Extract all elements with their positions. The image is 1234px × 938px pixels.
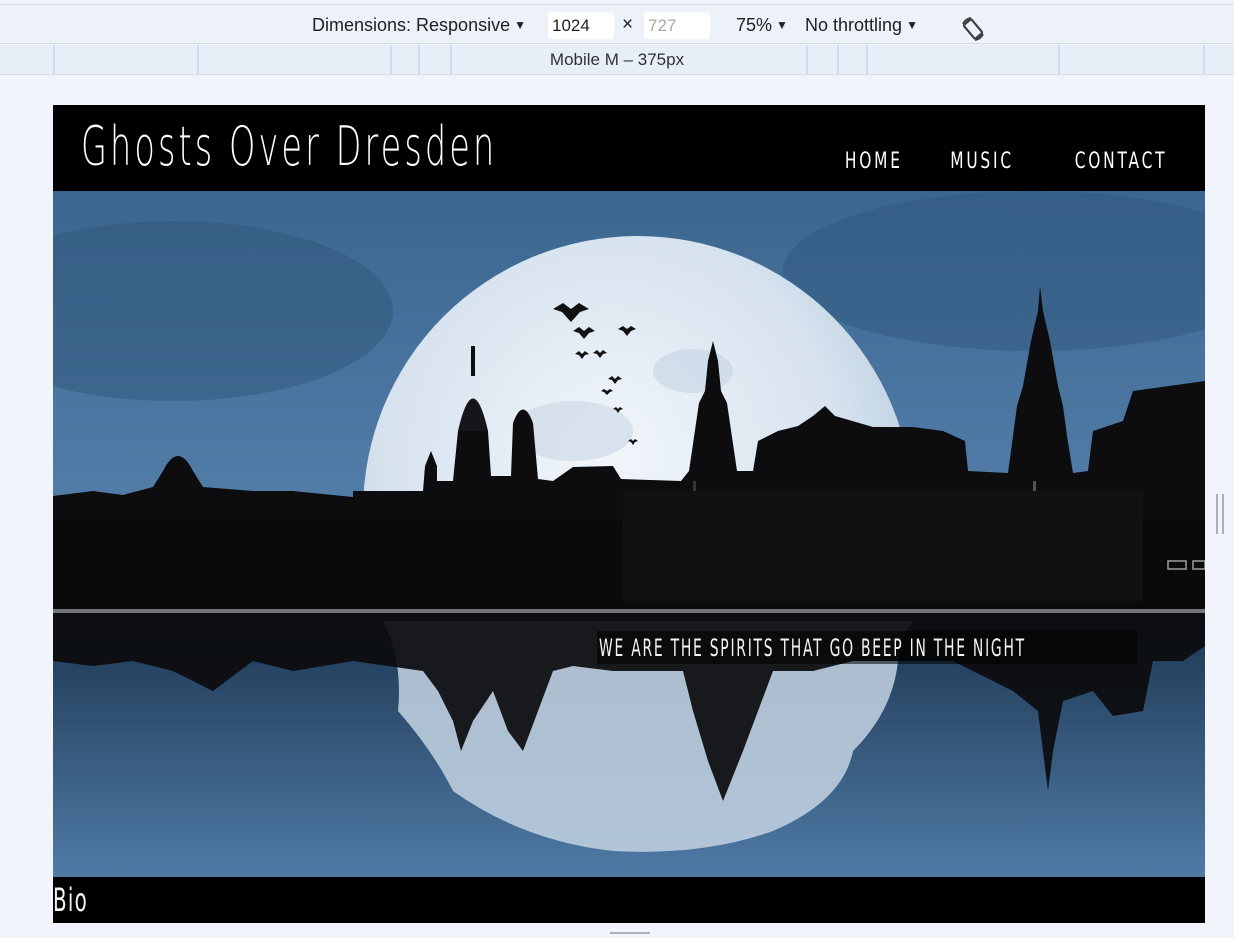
nav-contact-link[interactable]: Contact [1074,149,1167,174]
site-title[interactable]: Ghosts Over Dresden [81,115,497,178]
width-input[interactable]: 1024 [548,12,614,39]
dresden-moon-skyline-image [53,191,1205,877]
bio-heading: Bio [53,881,88,919]
hero-image: We are the spirits that go beep in the n… [53,191,1205,877]
zoom-label: 75% [736,15,773,35]
rotate-device-icon [962,17,984,41]
height-input[interactable]: 727 [644,12,710,39]
chevron-down-icon: ▼ [906,18,918,32]
tagline-text: We are the spirits that go beep in the n… [599,634,1026,662]
main-nav: Home Music Contact [804,149,1167,174]
tagline-banner: We are the spirits that go beep in the n… [597,631,1137,664]
zoom-dropdown[interactable]: 75% ▼ [736,5,788,45]
viewport-resize-handle[interactable] [1216,494,1224,534]
throttling-label: No throttling [805,15,903,35]
dimensions-dropdown[interactable]: Dimensions: Responsive ▼ [312,5,526,45]
bio-section: Bio [53,877,1205,923]
chevron-down-icon: ▼ [776,18,788,32]
site-header: Ghosts Over Dresden Home Music Contact [53,105,1205,191]
chevron-down-icon: ▼ [514,18,526,32]
device-toolbar: Dimensions: Responsive ▼ 1024 × 727 75% ▼ … [0,4,1234,44]
media-query-label[interactable]: Mobile M – 375px [0,45,1234,74]
rotate-button[interactable] [958,14,988,44]
dimensions-label: Dimensions: Responsive [312,15,511,35]
viewport-bottom-resize-handle[interactable] [610,932,650,938]
nav-home-link[interactable]: Home [845,149,903,174]
times-sign: × [622,14,634,35]
nav-music-link[interactable]: Music [951,149,1015,174]
throttling-dropdown[interactable]: No throttling ▼ [805,5,918,45]
media-query-bar: Mobile M – 375px [0,45,1234,75]
emulated-viewport: Ghosts Over Dresden Home Music Contact [53,105,1205,923]
